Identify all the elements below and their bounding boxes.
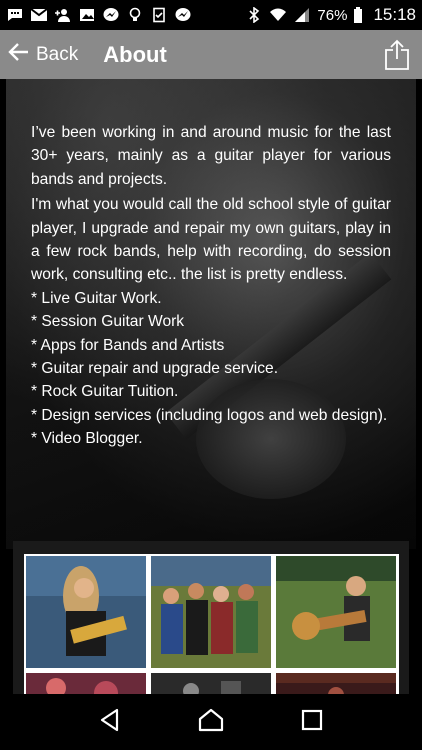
nav-home-button[interactable] <box>196 707 226 737</box>
system-icons: 76% 15:18 <box>245 5 416 25</box>
guitarist-outdoor-photo[interactable] <box>276 556 396 668</box>
about-text: I’ve been working in and around music fo… <box>31 121 391 451</box>
back-button[interactable]: Back <box>0 30 78 79</box>
service-item: * Apps for Bands and Artists <box>31 336 225 354</box>
band-stage-photo[interactable] <box>151 673 271 694</box>
battery-percent: 76% <box>317 6 348 24</box>
lightbulb-icon <box>126 7 144 23</box>
battery-icon <box>353 7 363 23</box>
service-item: * Live Guitar Work. <box>31 289 162 307</box>
service-item: * Design services (including logos and w… <box>31 406 388 424</box>
system-nav-bar <box>0 694 422 750</box>
arrow-left-icon <box>8 41 30 68</box>
home-icon <box>198 707 224 738</box>
stage-lights-photo[interactable] <box>26 673 146 694</box>
about-paragraph: I’ve been working in and around music fo… <box>31 124 391 188</box>
wifi-icon <box>269 7 287 23</box>
app-bar: Back About <box>0 30 422 79</box>
clipboard-check-icon <box>150 7 168 23</box>
service-item: * Video Blogger. <box>31 430 143 448</box>
share-icon <box>384 39 410 75</box>
chat-icon <box>6 7 24 23</box>
content-area[interactable]: I’ve been working in and around music fo… <box>0 79 422 694</box>
add-person-icon <box>54 7 72 23</box>
notification-icons <box>6 7 192 23</box>
messenger-icon <box>174 7 192 23</box>
service-item: * Guitar repair and upgrade service. <box>31 360 279 378</box>
signal-icon <box>293 7 311 23</box>
gmail-icon <box>30 7 48 23</box>
image-icon <box>78 7 96 23</box>
service-item: * Session Guitar Work <box>31 313 185 331</box>
service-item: * Rock Guitar Tuition. <box>31 383 179 401</box>
nav-recents-button[interactable] <box>297 707 327 737</box>
back-triangle-icon <box>97 707 123 738</box>
messenger-icon <box>102 7 120 23</box>
nav-back-button[interactable] <box>95 707 125 737</box>
crowd-festival-photo[interactable] <box>151 556 271 668</box>
about-paragraph: I'm what you would call the old school s… <box>31 196 391 284</box>
recents-icon <box>299 707 325 738</box>
back-label: Back <box>36 43 79 65</box>
services-list: * Live Guitar Work. * Session Guitar Wor… <box>31 287 391 451</box>
share-button[interactable] <box>384 39 410 71</box>
status-bar: 76% 15:18 <box>0 0 422 30</box>
venue-photo[interactable] <box>276 673 396 694</box>
clock: 15:18 <box>373 5 416 24</box>
bluetooth-icon <box>245 7 263 23</box>
photo-gallery <box>24 554 399 694</box>
guitarist-stage-photo[interactable] <box>26 556 146 668</box>
page-title: About <box>103 41 167 67</box>
